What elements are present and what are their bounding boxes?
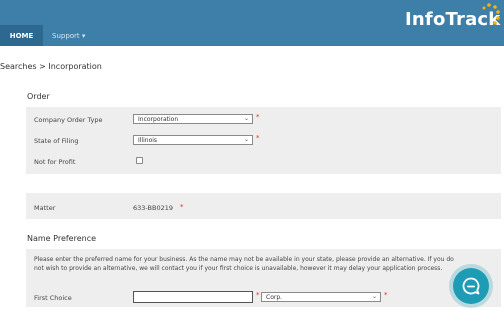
required-mark: * — [256, 113, 260, 121]
matter-panel — [26, 193, 501, 219]
company-order-type-value: Incorporation — [138, 115, 179, 123]
matter-value: 633-BB0219 — [133, 204, 173, 212]
chat-bubble-icon — [462, 277, 480, 295]
name-preference-title: Name Preference — [27, 234, 97, 243]
not-for-profit-checkbox[interactable] — [136, 157, 143, 164]
logo-dots-icon — [482, 3, 500, 25]
nav-home-tab[interactable]: HOME — [0, 25, 43, 46]
first-choice-label: First Choice — [34, 294, 72, 302]
chevron-down-icon: ⌄ — [243, 115, 249, 122]
name-preference-note: Please enter the preferred name for your… — [34, 256, 454, 272]
entity-suffix-select[interactable]: Corp. ⌄ — [261, 292, 381, 302]
required-mark: * — [256, 291, 260, 299]
first-choice-input[interactable] — [133, 291, 253, 303]
chevron-down-icon: ⌄ — [371, 293, 377, 300]
top-navigation-bar: HOME Support ▾ InfoTrack — [0, 0, 504, 46]
chat-button[interactable] — [453, 268, 489, 304]
required-mark: * — [384, 291, 388, 299]
required-mark: * — [256, 134, 260, 142]
state-of-filing-select[interactable]: Illinois ⌄ — [133, 135, 253, 145]
order-section-title: Order — [27, 92, 50, 101]
company-order-type-select[interactable]: Incorporation ⌄ — [133, 114, 253, 124]
chevron-down-icon: ⌄ — [243, 136, 249, 143]
matter-label: Matter — [34, 204, 56, 212]
breadcrumb: Searches > Incorporation — [0, 62, 102, 71]
not-for-profit-label: Not for Profit — [34, 158, 76, 166]
state-of-filing-value: Illinois — [138, 136, 158, 144]
company-order-type-label: Company Order Type — [34, 116, 103, 124]
entity-suffix-value: Corp. — [266, 293, 283, 301]
nav-support-menu[interactable]: Support ▾ — [52, 25, 85, 46]
required-mark: * — [180, 203, 184, 211]
state-of-filing-label: State of Filing — [34, 137, 79, 145]
